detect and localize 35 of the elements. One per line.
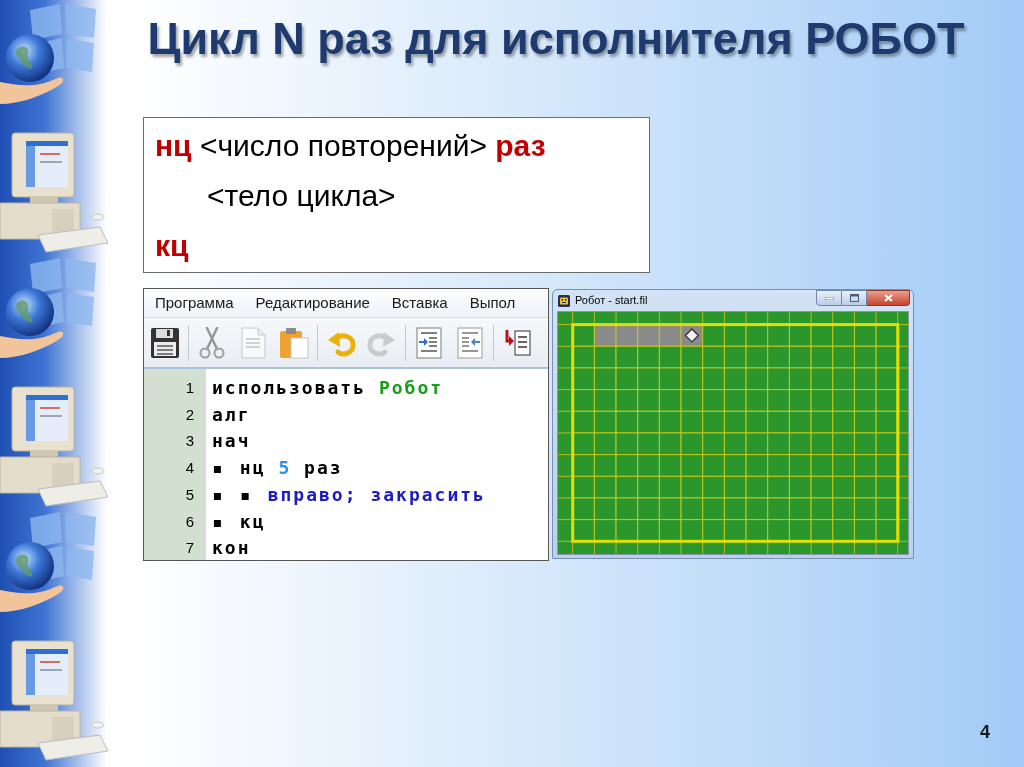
robot-head-icon [558, 294, 570, 307]
line-number: 6 [185, 511, 194, 532]
line-number: 2 [185, 404, 194, 425]
code-line: алг [212, 402, 251, 427]
code-line: нач [212, 429, 251, 454]
menu-item[interactable]: Программа [155, 291, 234, 315]
slide-title: Цикл N раз для исполнителя РОБОТ [147, 12, 965, 66]
syntax-line: нц <число повторений> раз [155, 128, 546, 164]
window-title: Робот - start.fil [575, 294, 648, 307]
line-number: 4 [185, 458, 194, 479]
syntax-line: кц [155, 228, 189, 264]
line-number: 5 [185, 484, 194, 505]
code-line: ▪ кц [212, 509, 266, 534]
clipboard-icon[interactable] [279, 326, 309, 359]
maximize-icon [849, 294, 859, 302]
code-line: ▪ нц 5 раз [212, 456, 343, 481]
page-arrow-left-icon[interactable] [455, 326, 485, 359]
minimize-icon [824, 296, 834, 300]
maximize-button[interactable] [842, 290, 867, 306]
page-number: 4 [980, 722, 990, 742]
code-line: использовать Робот [212, 376, 444, 400]
code-line: кон [212, 536, 251, 560]
code-line: ▪ ▪ вправо; закрасить [212, 482, 486, 507]
page-arrow-right-icon[interactable] [414, 326, 444, 359]
menu-item[interactable]: Редактирование [255, 291, 370, 315]
menu-item[interactable]: Выпол [469, 291, 516, 315]
line-number: 1 [185, 378, 194, 398]
menu-item[interactable]: Вставка [391, 291, 448, 315]
close-icon [883, 294, 893, 302]
minimize-button[interactable] [816, 290, 842, 306]
syntax-line: <тело цикла> [207, 178, 396, 214]
save-icon[interactable] [150, 326, 180, 359]
line-number: 7 [185, 538, 194, 559]
close-button[interactable] [867, 290, 910, 306]
line-number: 3 [185, 431, 194, 452]
